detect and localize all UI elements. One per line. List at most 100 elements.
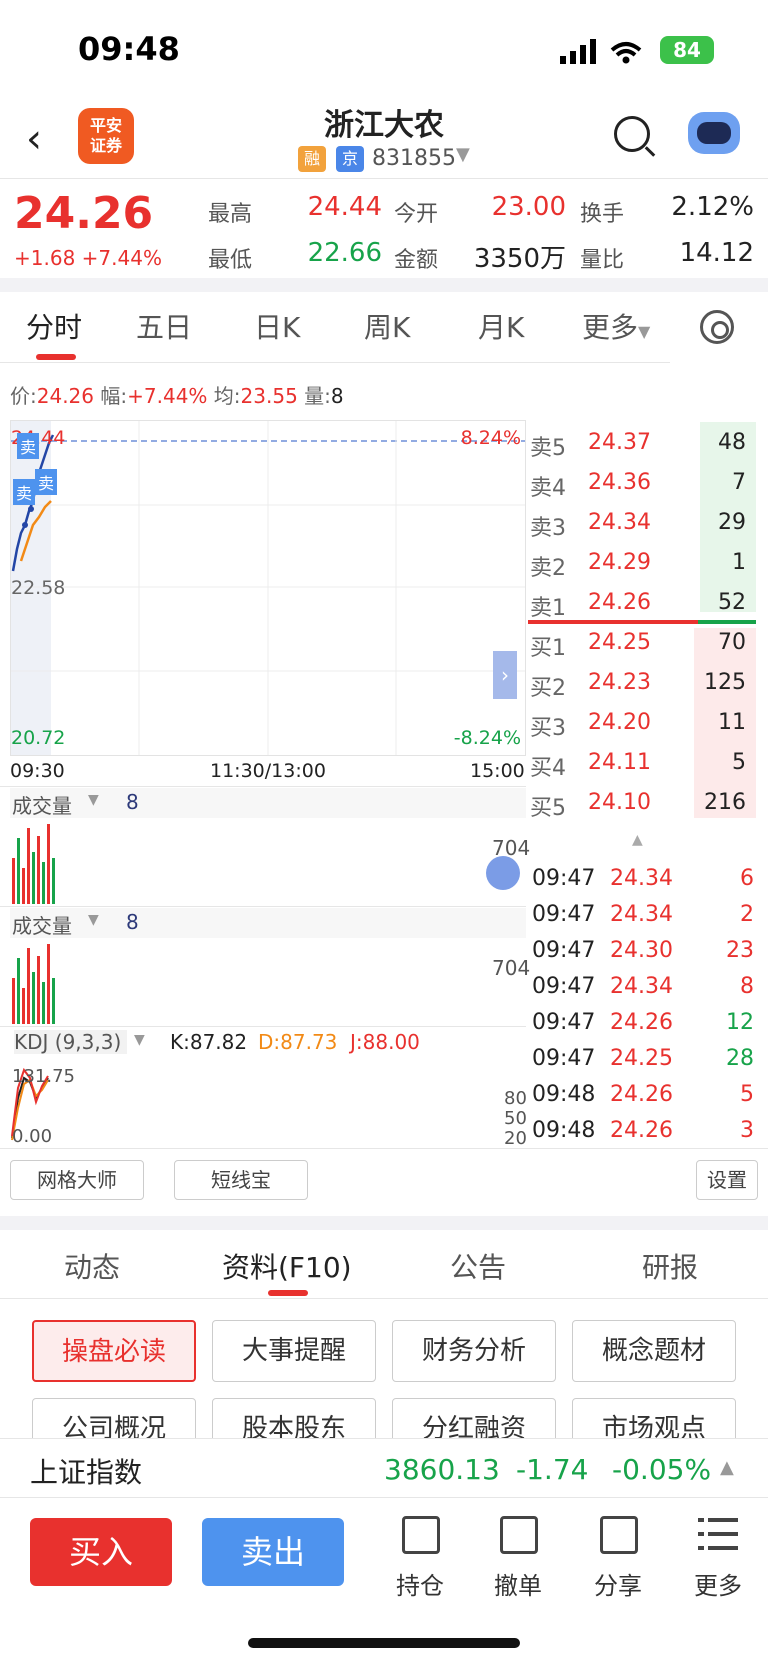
share-button[interactable]: 分享 [594, 1566, 642, 1601]
search-icon[interactable] [614, 116, 650, 152]
f10-trading-guide[interactable]: 操盘必读 [32, 1320, 196, 1382]
share-icon[interactable] [600, 1516, 638, 1554]
open-label: 今开 [394, 202, 439, 227]
ask-row: 卖5 24.37 48 [530, 430, 746, 461]
time-end: 15:00 [470, 760, 525, 782]
chart-grid [11, 421, 525, 755]
ask-row: 卖2 24.29 1 [530, 550, 746, 581]
tab-intraday[interactable]: 分时 [26, 306, 82, 346]
divider [0, 1298, 768, 1299]
ask-row: 卖4 24.36 7 [530, 470, 746, 501]
sell-marker: 卖 [17, 433, 40, 459]
tick-row: 09:47 24.34 2 [532, 902, 754, 927]
kdj-header[interactable]: KDJ (9,3,3) ▼ K:87.82 D:87.73 J:88.00 [10, 1028, 526, 1058]
fullscreen-icon[interactable] [486, 856, 520, 890]
ask-row: 卖1 24.26 52 [530, 590, 746, 621]
index-ticker[interactable]: 上证指数 3860.13 -1.74 -0.05% ▲ [0, 1438, 768, 1498]
assistant-icon[interactable] [688, 112, 740, 154]
bid-row: 买2 24.23 125 [530, 670, 746, 701]
divider [0, 906, 526, 907]
kdj-top: 131.75 [12, 1066, 75, 1087]
volume-header[interactable]: 成交量 ▼ 8 [10, 908, 526, 938]
volume-bars [12, 944, 55, 1024]
more-button[interactable]: 更多 [694, 1566, 742, 1601]
holdings-button[interactable]: 持仓 [396, 1566, 444, 1601]
margin-tag: 融 [298, 146, 326, 172]
home-indicator [248, 1638, 520, 1648]
tab-research[interactable]: 研报 [642, 1246, 698, 1286]
sell-button[interactable]: 卖出 [202, 1518, 344, 1586]
intraday-chart[interactable]: 24.44 8.24% 22.58 20.72 -8.24% 卖 卖 卖 › [10, 420, 526, 756]
f10-financials[interactable]: 财务分析 [392, 1320, 556, 1382]
amount-value: 3350万 [473, 244, 566, 274]
tick-row: 09:47 24.30 23 [532, 938, 754, 963]
divider [0, 1026, 526, 1027]
tick-row: 09:48 24.26 5 [532, 1082, 754, 1107]
f10-concepts[interactable]: 概念题材 [572, 1320, 736, 1382]
tick-row: 09:47 24.34 8 [532, 974, 754, 999]
ask-row: 卖3 24.34 29 [530, 510, 746, 541]
divider [0, 786, 526, 787]
kdj-50: 50 [504, 1108, 527, 1129]
kdj-20: 20 [504, 1128, 527, 1149]
tick-row: 09:47 24.25 28 [532, 1046, 754, 1071]
kdj-bottom: 0.00 [12, 1126, 53, 1147]
volume-header[interactable]: 成交量 ▼ 8 [10, 788, 526, 818]
signal-icon [560, 39, 642, 64]
stock-name: 浙江大农 [324, 108, 444, 143]
chevron-up-icon[interactable]: ▲ [632, 832, 643, 848]
cursor-info: 价:24.26 幅:+7.44% 均:23.55 量:8 [10, 384, 344, 408]
section-gap [0, 278, 768, 292]
chart-mid-label: 22.58 [11, 577, 66, 599]
high-label: 最高 [208, 202, 253, 227]
divider [0, 1148, 768, 1149]
last-price: 24.26 [14, 188, 154, 239]
battery-icon: 84 [660, 36, 714, 64]
holdings-icon[interactable] [402, 1516, 440, 1554]
chevron-down-icon[interactable]: ▼ [456, 144, 470, 165]
tab-weekly-k[interactable]: 周K [364, 306, 410, 346]
f10-events[interactable]: 大事提醒 [212, 1320, 376, 1382]
bid-row: 买4 24.11 5 [530, 750, 746, 781]
turnover-value: 2.12% [671, 192, 754, 222]
volume-bars [12, 824, 55, 904]
stock-code: 831855 [372, 146, 456, 171]
low-label: 最低 [208, 248, 253, 273]
volume-max: 704 [492, 956, 531, 980]
tab-underline [36, 354, 76, 360]
sell-marker: 卖 [35, 469, 58, 495]
tab-daily-k[interactable]: 日K [254, 306, 300, 346]
cancel-order-icon[interactable] [500, 1516, 538, 1554]
time-mid: 11:30/13:00 [210, 760, 326, 782]
high-value: 24.44 [307, 192, 382, 222]
tick-row: 09:47 24.26 12 [532, 1010, 754, 1035]
chevron-up-icon: ▲ [720, 1457, 734, 1478]
tab-underline [268, 1290, 308, 1296]
menu-icon[interactable] [698, 1516, 738, 1554]
expand-panel-handle[interactable]: › [493, 651, 517, 699]
cancel-order-button[interactable]: 撤单 [494, 1566, 542, 1601]
tick-row: 09:48 24.26 3 [532, 1118, 754, 1143]
exchange-tag: 京 [336, 146, 364, 172]
section-gap [0, 1216, 768, 1230]
turnover-label: 换手 [580, 202, 625, 227]
tab-news[interactable]: 动态 [64, 1246, 120, 1286]
ratio-value: 14.12 [679, 238, 754, 268]
tab-five-day[interactable]: 五日 [136, 306, 192, 346]
tick-row: 09:47 24.34 6 [532, 866, 754, 891]
tab-monthly-k[interactable]: 月K [478, 306, 524, 346]
kdj-80: 80 [504, 1088, 527, 1109]
tab-f10[interactable]: 资料(F10) [222, 1246, 352, 1286]
buy-button[interactable]: 买入 [30, 1518, 172, 1586]
gear-icon[interactable] [700, 310, 734, 344]
tab-announcements[interactable]: 公告 [450, 1246, 506, 1286]
short-line-button[interactable]: 短线宝 [174, 1160, 308, 1200]
time-start: 09:30 [10, 760, 65, 782]
bid-row: 买3 24.20 11 [530, 710, 746, 741]
grid-master-button[interactable]: 网格大师 [10, 1160, 144, 1200]
settings-button[interactable]: 设置 [696, 1160, 758, 1200]
kdj-lines [11, 1067, 49, 1141]
sell-marker: 卖 [13, 479, 36, 505]
chart-low-pct: -8.24% [453, 727, 521, 749]
tab-more[interactable]: 更多▼ [582, 306, 650, 346]
